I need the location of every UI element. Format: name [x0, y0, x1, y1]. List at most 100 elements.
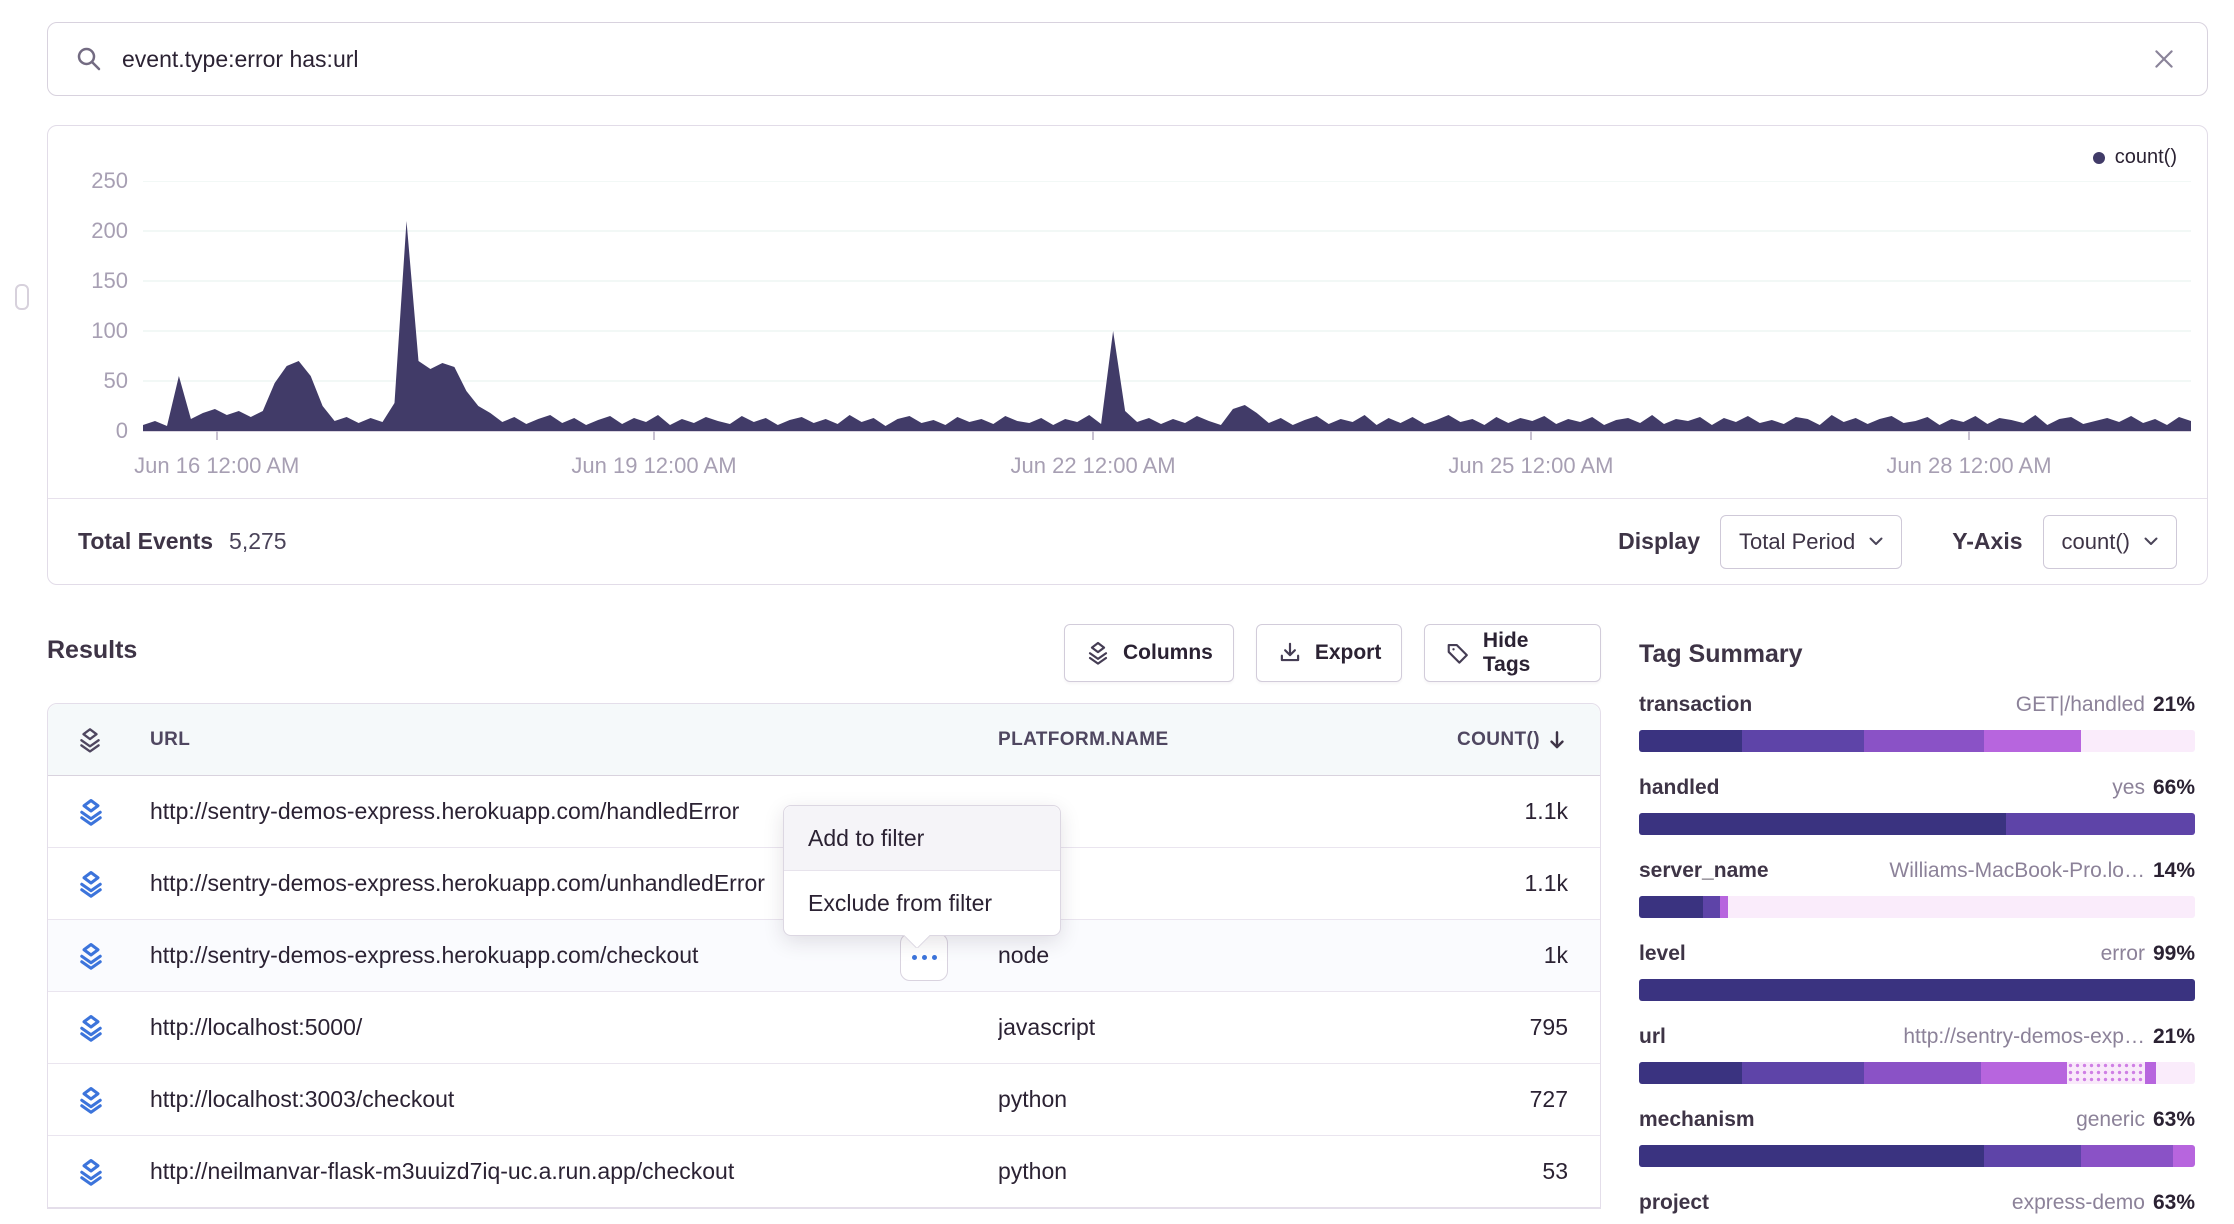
y-axis-tick-label: 250 — [91, 168, 128, 194]
table-row[interactable]: http://neilmanvar-flask-m3uuizd7iq-uc.a.… — [48, 1136, 1600, 1208]
stack-icon[interactable] — [76, 1013, 106, 1043]
count-cell[interactable]: 1.1k — [1398, 798, 1568, 825]
tag-bar-segment[interactable] — [2145, 1062, 2156, 1084]
tag-bar-segment[interactable] — [1742, 730, 1864, 752]
platform-cell[interactable]: python — [998, 1158, 1398, 1185]
results-actions: Columns Export Hide Tags — [1064, 624, 1601, 682]
tag-distribution-bar[interactable] — [1639, 813, 2195, 835]
tag-bar-segment[interactable] — [1639, 979, 2195, 1001]
discover-page: event.type:error has:url count() 2502001… — [0, 0, 2234, 1224]
tag-bar-segment[interactable] — [1639, 896, 1703, 918]
tag-bar-segment[interactable] — [1639, 1145, 1984, 1167]
stack-icon[interactable] — [76, 1085, 106, 1115]
tag-distribution-bar[interactable] — [1639, 730, 2195, 752]
stack-icon[interactable] — [76, 797, 106, 827]
count-cell[interactable]: 1.1k — [1398, 870, 1568, 897]
tag-distribution-bar[interactable] — [1639, 1062, 2195, 1084]
tag-summary-item: server_nameWilliams-MacBook-Pro.lo…14% — [1639, 859, 2195, 918]
yaxis-dropdown[interactable]: count() — [2043, 515, 2177, 569]
x-axis-tick-label: Jun 28 12:00 AM — [1886, 453, 2051, 479]
stack-icon[interactable] — [76, 1157, 106, 1187]
tag-bar-segment[interactable] — [1864, 730, 1984, 752]
export-button[interactable]: Export — [1256, 624, 1403, 682]
tag-bar-segment[interactable] — [1742, 1062, 1864, 1084]
events-chart-panel: count() 250200150100500 Jun 16 12:00 AMJ… — [47, 125, 2208, 585]
tag-top-value: generic63% — [2076, 1108, 2195, 1132]
tag-top-value: http://sentry-demos-exp…21% — [1903, 1025, 2195, 1049]
tag-name: project — [1639, 1191, 1709, 1215]
url-cell[interactable]: http://localhost:5000/ — [150, 1014, 998, 1041]
tag-summary-item: transactionGET|/handled21% — [1639, 693, 2195, 752]
count-header-label: COUNT() — [1457, 729, 1540, 751]
panel-collapse-handle[interactable] — [15, 284, 29, 310]
chevron-down-icon — [1869, 537, 1883, 546]
y-axis-tick-label: 150 — [91, 268, 128, 294]
display-dropdown-value: Total Period — [1739, 529, 1855, 555]
columns-button[interactable]: Columns — [1064, 624, 1234, 682]
tag-bar-segment[interactable] — [2173, 1145, 2195, 1167]
table-header: URL PLATFORM.NAME COUNT() — [48, 704, 1600, 776]
tag-summary-item: handledyes66% — [1639, 776, 2195, 835]
count-cell[interactable]: 1k — [1398, 942, 1568, 969]
display-label: Display — [1618, 528, 1700, 555]
tag-bar-segment[interactable] — [1984, 1145, 2081, 1167]
tag-summary-heading: Tag Summary — [1639, 640, 2195, 669]
yaxis-label: Y-Axis — [1952, 528, 2022, 555]
legend-label: count() — [2115, 146, 2177, 169]
tag-bar-segment[interactable] — [2156, 1062, 2195, 1084]
area-series[interactable] — [143, 221, 2191, 431]
tag-bar-segment[interactable] — [1864, 1062, 1981, 1084]
url-cell[interactable]: http://sentry-demos-express.herokuapp.co… — [150, 942, 998, 969]
column-header-platform[interactable]: PLATFORM.NAME — [998, 729, 1398, 751]
tag-distribution-bar[interactable] — [1639, 1145, 2195, 1167]
tag-bar-segment[interactable] — [2081, 1145, 2173, 1167]
tag-top-value: GET|/handled21% — [2016, 693, 2195, 717]
menu-item-exclude-from-filter[interactable]: Exclude from filter — [784, 871, 1060, 935]
tag-top-value: yes66% — [2112, 776, 2195, 800]
area-chart[interactable] — [143, 181, 2191, 443]
hide-tags-button[interactable]: Hide Tags — [1424, 624, 1601, 682]
stack-icon[interactable] — [76, 941, 106, 971]
search-input[interactable]: event.type:error has:url — [122, 46, 2147, 73]
stack-icon[interactable] — [76, 869, 106, 899]
tag-bar-segment[interactable] — [1981, 1062, 2067, 1084]
chart-legend[interactable]: count() — [2093, 146, 2177, 169]
menu-item-add-to-filter[interactable]: Add to filter — [784, 806, 1060, 871]
tag-bar-segment[interactable] — [1720, 896, 1728, 918]
column-header-count[interactable]: COUNT() — [1398, 729, 1568, 751]
tag-bar-segment[interactable] — [1639, 1062, 1742, 1084]
column-header-url[interactable]: URL — [150, 729, 998, 751]
tag-summary-item: url http://sentry-demos-exp…21% — [1639, 1025, 2195, 1084]
platform-cell[interactable]: javascript — [998, 1014, 1398, 1041]
tag-bar-segment[interactable] — [2006, 813, 2195, 835]
tag-bar-segment[interactable] — [1728, 896, 2195, 918]
table-row[interactable]: http://localhost:3003/checkout python 72… — [48, 1064, 1600, 1136]
tag-distribution-bar[interactable] — [1639, 979, 2195, 1001]
tag-bar-segment[interactable] — [2067, 1062, 2145, 1084]
tag-bar-segment[interactable] — [1703, 896, 1720, 918]
count-cell[interactable]: 727 — [1398, 1086, 1568, 1113]
url-cell[interactable]: http://neilmanvar-flask-m3uuizd7iq-uc.a.… — [150, 1158, 998, 1185]
count-cell[interactable]: 795 — [1398, 1014, 1568, 1041]
sort-descending-icon — [1546, 729, 1568, 751]
layers-icon — [1085, 640, 1111, 666]
clear-search-button[interactable] — [2147, 42, 2181, 76]
tag-bar-segment[interactable] — [2081, 730, 2195, 752]
tag-summary-list: transactionGET|/handled21% handledyes66% s… — [1639, 693, 2195, 1217]
tag-name: mechanism — [1639, 1108, 1755, 1132]
url-cell[interactable]: http://localhost:3003/checkout — [150, 1086, 998, 1113]
display-dropdown[interactable]: Total Period — [1720, 515, 1902, 569]
table-row[interactable]: http://localhost:5000/ javascript 795 — [48, 992, 1600, 1064]
total-events-label: Total Events — [78, 528, 213, 555]
chevron-down-icon — [2144, 537, 2158, 546]
count-cell[interactable]: 53 — [1398, 1158, 1568, 1185]
tag-bar-segment[interactable] — [1984, 730, 2081, 752]
results-table: URL PLATFORM.NAME COUNT() http://sentry-… — [47, 703, 1601, 1209]
tag-bar-segment[interactable] — [1639, 813, 2006, 835]
search-bar[interactable]: event.type:error has:url — [47, 22, 2208, 96]
tag-bar-segment[interactable] — [1639, 730, 1742, 752]
platform-cell[interactable]: python — [998, 1086, 1398, 1113]
tag-distribution-bar[interactable] — [1639, 896, 2195, 918]
platform-cell[interactable]: node — [998, 942, 1398, 969]
tag-name: url — [1639, 1025, 1666, 1049]
